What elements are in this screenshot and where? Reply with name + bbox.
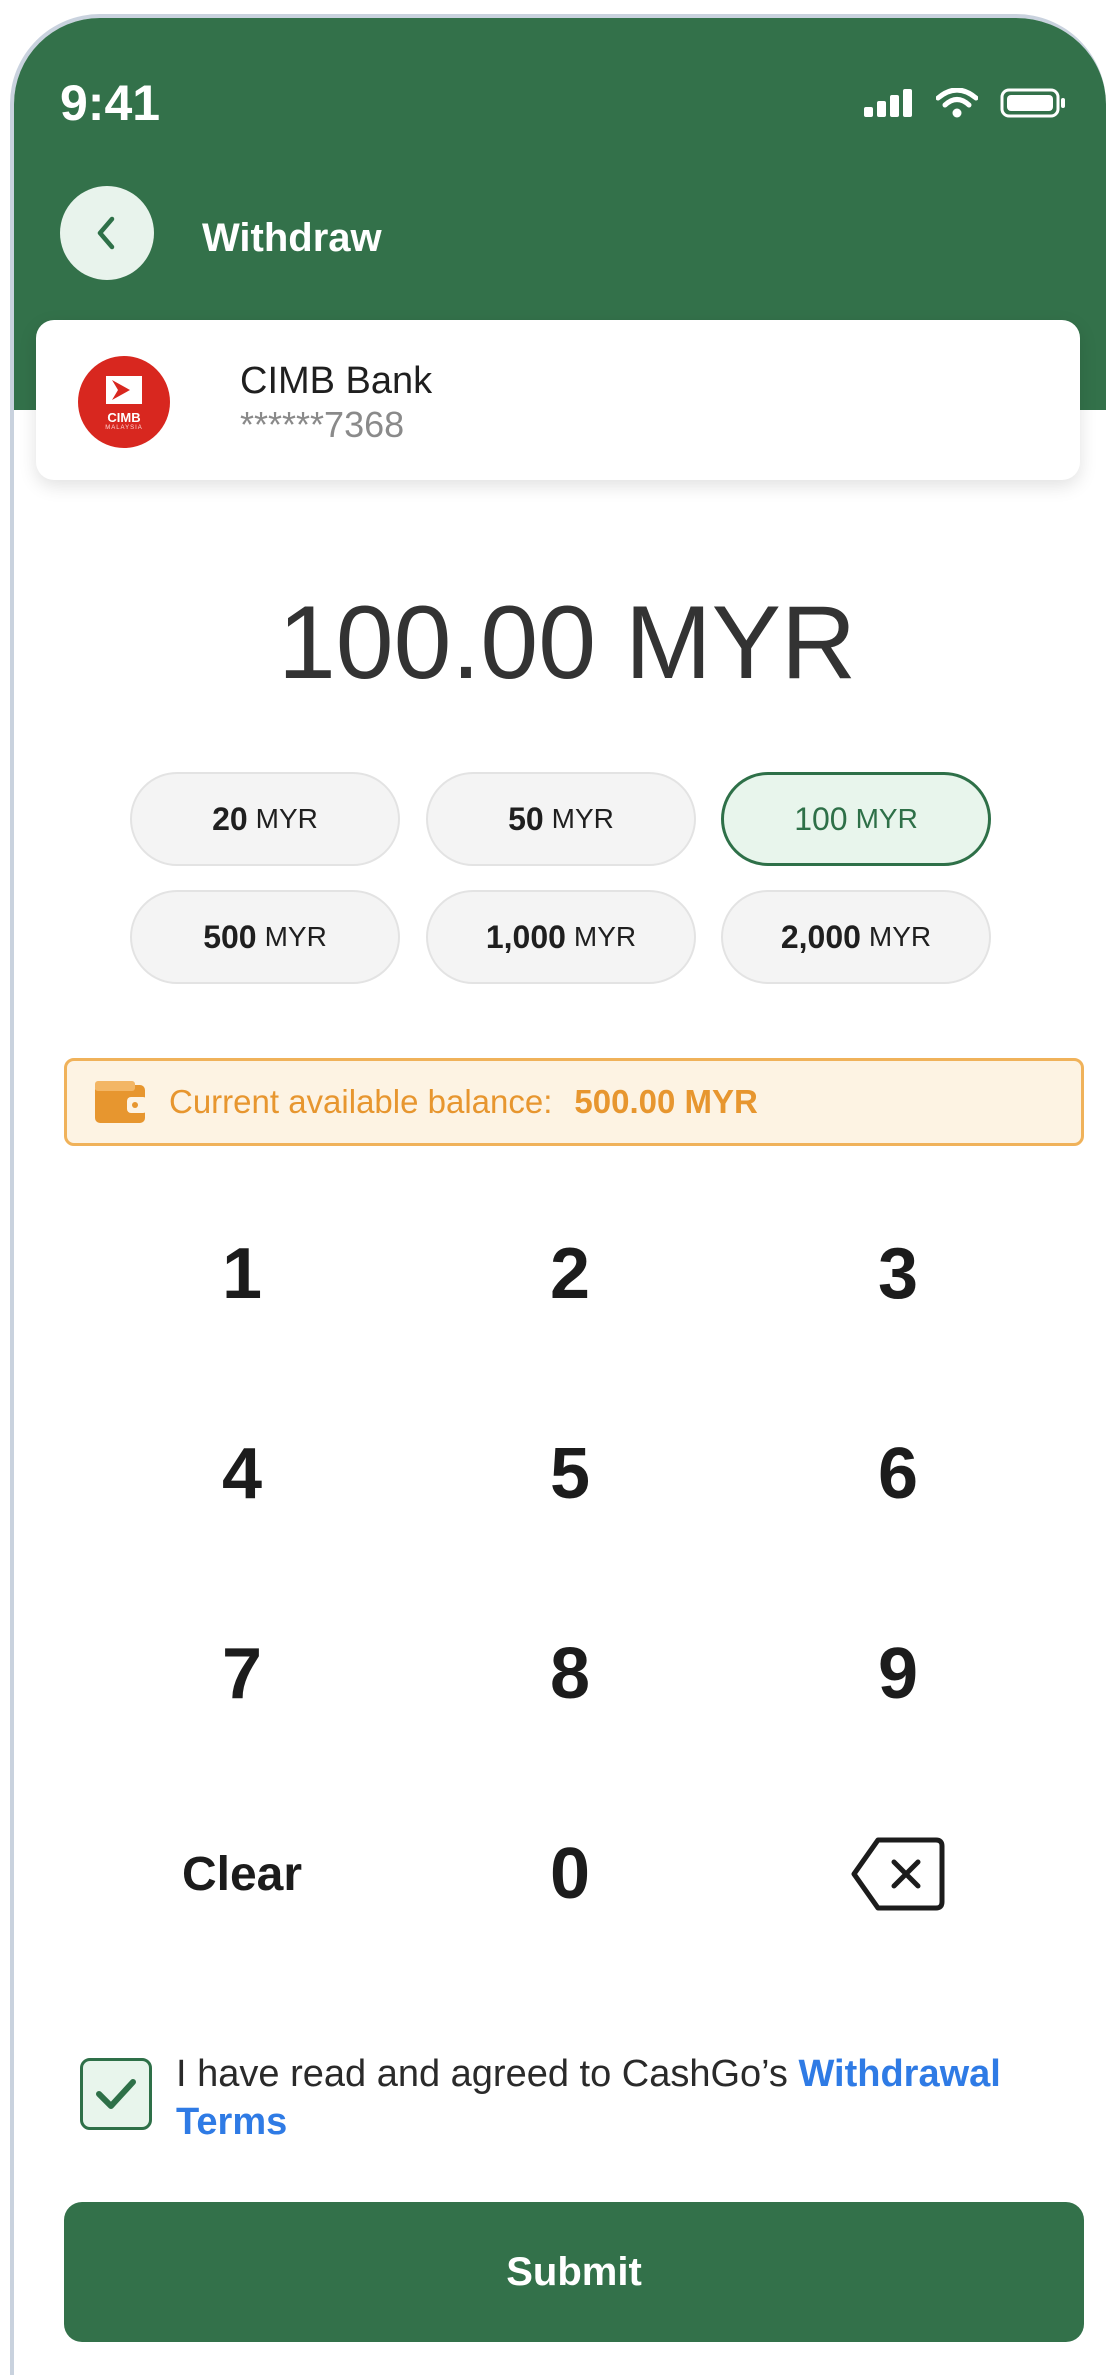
- chip-currency: MYR: [551, 803, 614, 834]
- chip-value: 20: [212, 800, 248, 837]
- submit-button[interactable]: Submit: [64, 2202, 1084, 2342]
- agreement-label: I have read and agreed to CashGo’s: [176, 2053, 799, 2095]
- bank-logo-subtext: MALAYSIA: [105, 424, 143, 431]
- agreement-checkbox[interactable]: [80, 2058, 152, 2130]
- keypad-key-0[interactable]: 0: [420, 1814, 720, 1934]
- chip-value: 1,000: [485, 918, 566, 955]
- quick-amount-chip[interactable]: 500 MYR: [130, 890, 400, 984]
- chip-value: 2,000: [780, 918, 861, 955]
- keypad-key-1[interactable]: 1: [92, 1214, 392, 1334]
- keypad-key-5[interactable]: 5: [420, 1414, 720, 1534]
- chip-currency: MYR: [255, 803, 318, 834]
- chip-currency: MYR: [868, 921, 932, 952]
- keypad-key-8[interactable]: 8: [420, 1614, 720, 1734]
- balance-label: Current available balance:: [169, 1083, 553, 1120]
- checkmark-icon: [96, 2079, 136, 2109]
- chip-value: 500: [203, 918, 257, 955]
- chevron-left-icon: [97, 216, 115, 250]
- bank-account-number: ******7368: [240, 404, 405, 445]
- quick-amount-chip[interactable]: 2,000 MYR: [721, 890, 991, 984]
- status-icons: [864, 88, 1066, 118]
- balance-value: 500.00 MYR: [574, 1083, 758, 1120]
- chip-currency: MYR: [855, 803, 918, 834]
- phone-frame: 9:41 Withdraw CIMB MALAYSIA CIMB Bank **…: [10, 14, 1106, 2375]
- quick-amount-chip[interactable]: 20 MYR: [130, 772, 400, 866]
- agreement-text: I have read and agreed to CashGo’s Withd…: [176, 2050, 1076, 2146]
- keypad-key-7[interactable]: 7: [92, 1614, 392, 1734]
- keypad-key-9[interactable]: 9: [748, 1614, 1048, 1734]
- page-title: Withdraw: [202, 216, 382, 260]
- backspace-icon: [851, 1837, 945, 1911]
- keypad-clear-button[interactable]: Clear: [92, 1814, 392, 1934]
- status-time: 9:41: [60, 75, 161, 131]
- keypad-key-3[interactable]: 3: [748, 1214, 1048, 1334]
- battery-icon: [1000, 88, 1065, 118]
- bank-logo: CIMB MALAYSIA: [78, 356, 170, 448]
- quick-amount-chip[interactable]: 1,000 MYR: [426, 890, 696, 984]
- wifi-icon: [936, 88, 978, 118]
- back-button[interactable]: [60, 186, 154, 280]
- bank-name: CIMB Bank: [240, 360, 433, 402]
- quick-amount-chip[interactable]: 50 MYR: [426, 772, 696, 866]
- wallet-icon: [95, 1081, 147, 1123]
- bank-card[interactable]: CIMB MALAYSIA CIMB Bank ******7368: [36, 320, 1080, 480]
- bank-logo-text: CIMB: [107, 409, 141, 425]
- quick-amount-chip-selected[interactable]: 100 MYR: [721, 772, 991, 866]
- balance-notice: Current available balance: 500.00 MYR: [64, 1058, 1084, 1146]
- chip-currency: MYR: [573, 921, 637, 952]
- cimb-logo-icon: [106, 375, 142, 404]
- keypad-key-4[interactable]: 4: [92, 1414, 392, 1534]
- amount-display: 100.00 MYR: [277, 585, 857, 701]
- signal-icon: [864, 89, 912, 117]
- chip-currency: MYR: [264, 921, 327, 952]
- chip-value: 100: [794, 800, 848, 837]
- keypad-key-2[interactable]: 2: [420, 1214, 720, 1334]
- keypad-backspace-button[interactable]: [748, 1814, 1048, 1934]
- keypad-key-6[interactable]: 6: [748, 1414, 1048, 1534]
- chip-value: 50: [508, 800, 544, 837]
